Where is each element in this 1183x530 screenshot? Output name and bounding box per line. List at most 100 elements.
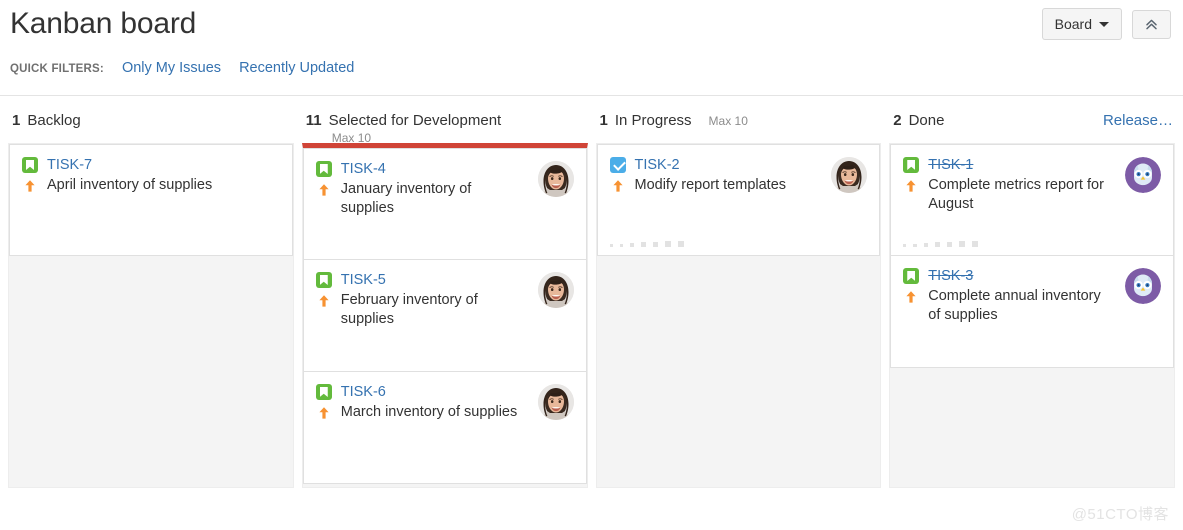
day-dot — [947, 242, 952, 247]
story-icon — [316, 161, 332, 177]
priority-major-up-icon — [22, 178, 38, 194]
day-dot — [924, 243, 928, 247]
board-column: 1 In Progress Max 10 TISK-2 Modify report te… — [596, 96, 882, 488]
priority-major-up-icon — [316, 182, 332, 198]
watermark: @51CTO博客 — [1072, 503, 1169, 524]
kanban-board-page: Kanban board Board QUICK FILTERS: Only M… — [0, 0, 1183, 530]
issue-card[interactable]: TISK-2 Modify report templates — [597, 144, 881, 256]
column-name: Backlog — [27, 112, 80, 129]
column-issue-count: 11 — [306, 112, 322, 129]
column-card-area[interactable]: TISK-7 April inventory of supplies — [8, 143, 294, 488]
avatar-user-photo[interactable] — [831, 157, 867, 193]
board-column: 2DoneRelease… TISK-1 Complete metrics repo… — [889, 96, 1175, 488]
board-dropdown-label: Board — [1055, 15, 1092, 33]
day-dot — [972, 241, 978, 247]
day-dot — [959, 241, 965, 247]
day-dot — [641, 242, 646, 247]
column-subheader: Max 10 — [302, 129, 588, 143]
issue-key-link[interactable]: TISK-4 — [341, 161, 386, 177]
quick-filter-only-my-issues[interactable]: Only My Issues — [122, 60, 221, 76]
card-key-row: TISK-2 — [610, 157, 868, 173]
column-issue-count: 2 — [893, 112, 901, 129]
page-header: Kanban board Board — [0, 0, 1183, 42]
column-name: In Progress — [615, 112, 692, 129]
issue-key-link[interactable]: TISK-7 — [47, 157, 92, 173]
avatar-owl[interactable] — [1125, 268, 1161, 304]
release-link[interactable]: Release… — [1103, 112, 1173, 129]
issue-card[interactable]: TISK-1 Complete metrics report for August — [890, 144, 1174, 256]
column-max-limit: Max 10 — [709, 114, 748, 128]
column-subheader — [889, 129, 1175, 143]
collapse-header-button[interactable] — [1132, 10, 1171, 39]
card-key-row: TISK-6 — [316, 384, 574, 400]
issue-key-link[interactable]: TISK-5 — [341, 272, 386, 288]
story-icon — [22, 157, 38, 173]
column-max-limit: Max 10 — [332, 131, 371, 145]
card-key-row: TISK-3 — [903, 268, 1161, 284]
day-dot — [610, 244, 613, 247]
day-dot — [630, 243, 634, 247]
day-dot — [913, 244, 917, 248]
card-summary-row: Modify report templates — [610, 176, 868, 195]
column-issue-count: 1 — [12, 112, 20, 129]
issue-key-link[interactable]: TISK-1 — [928, 157, 973, 173]
day-dot — [935, 242, 940, 247]
board-dropdown-button[interactable]: Board — [1042, 8, 1122, 40]
issue-summary: April inventory of supplies — [47, 176, 258, 195]
column-header: 1 Backlog — [8, 96, 294, 129]
days-in-column-indicator — [903, 241, 978, 247]
avatar-user-photo[interactable] — [538, 161, 574, 197]
days-in-column-indicator — [610, 241, 685, 247]
card-key-row: TISK-1 — [903, 157, 1161, 173]
day-dot — [678, 241, 684, 247]
header-actions: Board — [1042, 8, 1171, 40]
priority-major-up-icon — [903, 178, 919, 194]
card-summary-row: Complete metrics report for August — [903, 176, 1161, 214]
issue-card[interactable]: TISK-7 April inventory of supplies — [9, 144, 293, 256]
column-header: 11 Selected for Development — [302, 96, 588, 129]
card-summary-row: March inventory of supplies — [316, 403, 574, 422]
column-issue-count: 1 — [600, 112, 608, 129]
board-columns: 1 Backlog TISK-7 April inventory of supplie… — [0, 96, 1183, 488]
priority-major-up-icon — [903, 289, 919, 305]
avatar-owl[interactable] — [1125, 157, 1161, 193]
issue-card[interactable]: TISK-5 February inventory of supplies — [303, 260, 587, 372]
board-column: 11 Selected for Development Max 10 TISK-4 Ja… — [302, 96, 588, 488]
column-card-area[interactable]: TISK-1 Complete metrics report for August… — [889, 143, 1175, 488]
story-icon — [903, 157, 919, 173]
day-dot — [665, 241, 671, 247]
issue-card[interactable]: TISK-4 January inventory of supplies — [303, 148, 587, 260]
day-dot — [620, 244, 624, 248]
day-dot — [903, 244, 906, 247]
chevron-down-icon — [1099, 22, 1109, 27]
issue-key-link[interactable]: TISK-3 — [928, 268, 973, 284]
card-key-row: TISK-7 — [22, 157, 280, 173]
quick-filter-recently-updated[interactable]: Recently Updated — [239, 60, 354, 76]
avatar-user-photo[interactable] — [538, 384, 574, 420]
double-chevron-up-icon — [1144, 17, 1159, 32]
issue-key-link[interactable]: TISK-2 — [635, 157, 680, 173]
board-column: 1 Backlog TISK-7 April inventory of supplie… — [8, 96, 294, 488]
column-header: 2DoneRelease… — [889, 96, 1175, 129]
card-key-row: TISK-5 — [316, 272, 574, 288]
priority-major-up-icon — [610, 178, 626, 194]
page-title: Kanban board — [10, 0, 196, 42]
quick-filters-label: QUICK FILTERS: — [10, 63, 104, 75]
story-icon — [903, 268, 919, 284]
issue-key-link[interactable]: TISK-6 — [341, 384, 386, 400]
issue-card[interactable]: TISK-6 March inventory of supplies — [303, 372, 587, 484]
story-icon — [316, 272, 332, 288]
card-summary-row: January inventory of supplies — [316, 180, 574, 218]
column-name: Selected for Development — [329, 112, 502, 129]
issue-summary: Modify report templates — [635, 176, 833, 195]
column-header: 1 In Progress Max 10 — [596, 96, 882, 129]
card-summary-row: February inventory of supplies — [316, 291, 574, 329]
column-card-area[interactable]: TISK-4January inventory of suppliesTISK-… — [302, 143, 588, 488]
column-card-area[interactable]: TISK-2 Modify report templates — [596, 143, 882, 488]
card-summary-row: April inventory of supplies — [22, 176, 280, 195]
issue-card[interactable]: TISK-3Complete annual inventory of suppl… — [890, 256, 1174, 368]
story-icon — [316, 384, 332, 400]
card-key-row: TISK-4 — [316, 161, 574, 177]
priority-major-up-icon — [316, 405, 332, 421]
avatar-user-photo[interactable] — [538, 272, 574, 308]
